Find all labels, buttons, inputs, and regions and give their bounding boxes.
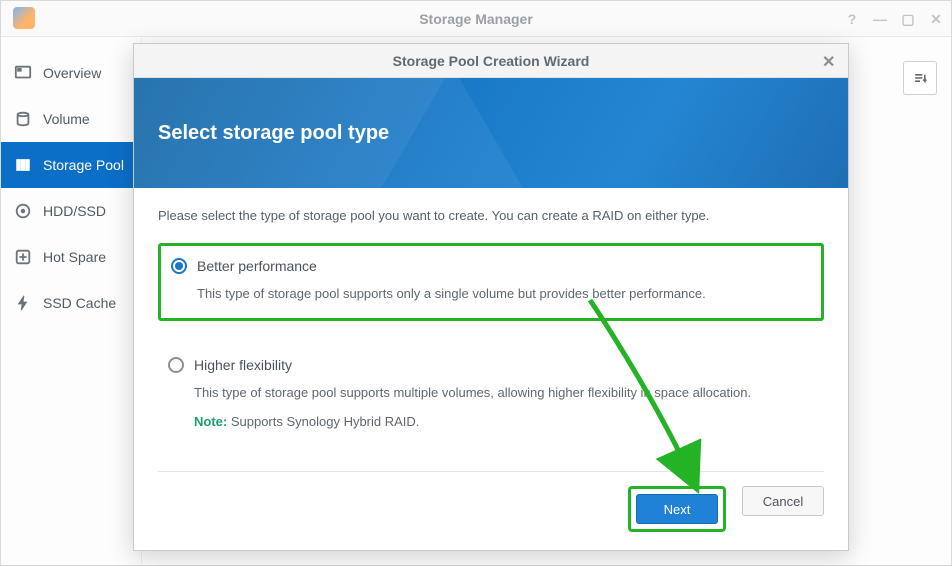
maximize-icon[interactable]: ▢ xyxy=(901,12,915,26)
option-description: This type of storage pool supports multi… xyxy=(168,383,814,403)
hot-spare-icon xyxy=(13,247,33,267)
close-icon[interactable]: ✕ xyxy=(822,52,838,68)
sidebar-item-overview[interactable]: Overview xyxy=(1,50,141,96)
dialog-titlebar: Storage Pool Creation Wizard ✕ xyxy=(134,44,848,78)
banner-title: Select storage pool type xyxy=(158,122,389,145)
close-window-icon[interactable]: ✕ xyxy=(929,12,943,26)
sidebar-item-label: Hot Spare xyxy=(43,249,106,265)
option-label: Better performance xyxy=(197,258,317,274)
dialog-body: Please select the type of storage pool y… xyxy=(134,188,848,446)
radio-better-performance[interactable] xyxy=(171,258,187,274)
minimize-icon[interactable]: ― xyxy=(873,12,887,26)
sort-icon xyxy=(912,70,928,86)
hdd-ssd-icon xyxy=(13,201,33,221)
sidebar-item-label: SSD Cache xyxy=(43,295,116,311)
option-description: This type of storage pool supports only … xyxy=(171,284,811,304)
dialog-footer: Next Cancel xyxy=(158,471,824,532)
window-controls: ? ― ▢ ✕ xyxy=(845,1,943,37)
option-note: Note: Supports Synology Hybrid RAID. xyxy=(168,412,814,432)
storage-manager-window: Storage Manager ? ― ▢ ✕ Overview Volume … xyxy=(0,0,952,566)
storage-pool-icon xyxy=(13,155,33,175)
ssd-cache-icon xyxy=(13,293,33,313)
window-titlebar: Storage Manager ? ― ▢ ✕ xyxy=(1,1,951,37)
sidebar-item-label: Overview xyxy=(43,65,101,81)
sidebar-item-storage-pool[interactable]: Storage Pool xyxy=(1,142,141,188)
radio-higher-flexibility[interactable] xyxy=(168,357,184,373)
option-label: Higher flexibility xyxy=(194,357,292,373)
sort-button[interactable] xyxy=(903,61,937,95)
sidebar-item-hot-spare[interactable]: Hot Spare xyxy=(1,234,141,280)
app-icon xyxy=(13,7,35,29)
window-title: Storage Manager xyxy=(419,11,533,27)
dialog-title: Storage Pool Creation Wizard xyxy=(393,53,590,69)
help-icon[interactable]: ? xyxy=(845,12,859,26)
option-higher-flexibility[interactable]: Higher flexibility This type of storage … xyxy=(158,345,824,446)
overview-icon xyxy=(13,63,33,83)
volume-icon xyxy=(13,109,33,129)
sidebar-item-hdd-ssd[interactable]: HDD/SSD xyxy=(1,188,141,234)
sidebar-item-label: Storage Pool xyxy=(43,157,124,173)
sidebar-item-label: Volume xyxy=(43,111,90,127)
sidebar: Overview Volume Storage Pool HDD/SSD Hot… xyxy=(1,38,142,565)
option-better-performance[interactable]: Better performance This type of storage … xyxy=(158,243,824,321)
next-button-highlight: Next xyxy=(628,486,726,532)
next-button[interactable]: Next xyxy=(636,494,718,524)
note-label: Note: xyxy=(194,414,227,429)
cancel-button[interactable]: Cancel xyxy=(742,486,824,516)
note-text: Supports Synology Hybrid RAID. xyxy=(227,414,419,429)
storage-pool-creation-wizard: Storage Pool Creation Wizard ✕ Select st… xyxy=(133,43,849,551)
sidebar-item-volume[interactable]: Volume xyxy=(1,96,141,142)
sidebar-item-ssd-cache[interactable]: SSD Cache xyxy=(1,280,141,326)
sidebar-item-label: HDD/SSD xyxy=(43,203,106,219)
intro-text: Please select the type of storage pool y… xyxy=(158,208,824,223)
dialog-banner: Select storage pool type xyxy=(134,78,848,188)
